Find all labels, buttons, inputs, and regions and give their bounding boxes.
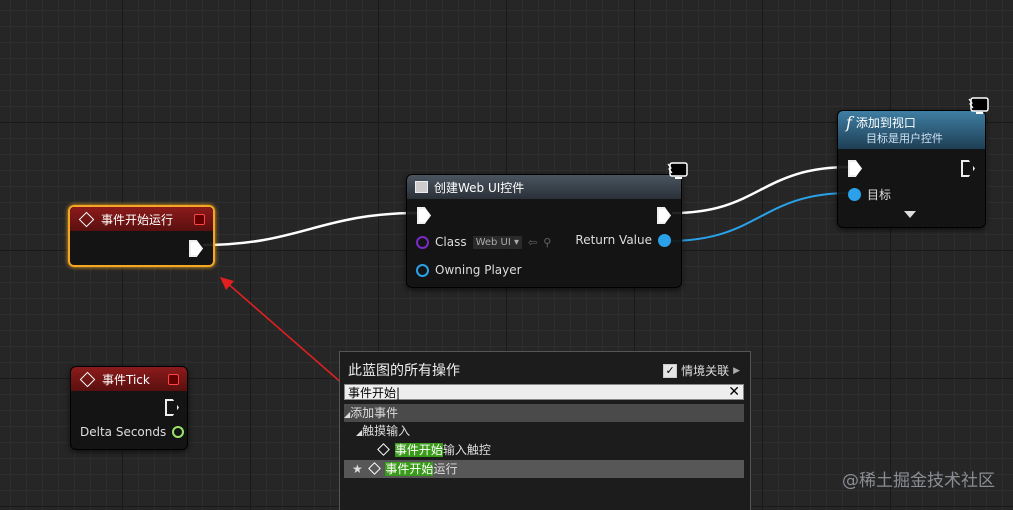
delta-seconds-pin[interactable]: Delta Seconds [80, 425, 185, 439]
event-icon [78, 211, 95, 227]
event-icon [367, 462, 381, 475]
tree-item-touch-input[interactable]: 事件开始输入触控 [344, 441, 744, 459]
client-only-monitor-icon [968, 97, 989, 114]
client-only-monitor-icon [667, 162, 688, 179]
node-title: 事件Tick [102, 372, 150, 387]
node-title: 添加到视口 [855, 116, 916, 130]
function-icon: f [846, 113, 852, 132]
event-tick-node[interactable]: 事件Tick Delta Seconds [70, 366, 188, 450]
pin-label: Return Value [575, 233, 652, 247]
expand-pins-chevron-icon[interactable] [904, 211, 916, 218]
node-title: 创建Web UI控件 [434, 180, 525, 195]
subcategory-label: 触摸输入 [362, 424, 411, 438]
item-label-rest: 输入触控 [442, 443, 491, 457]
node-subtitle: 目标是用户控件 [866, 132, 943, 145]
annotation-arrow [225, 281, 353, 393]
delegate-pin-icon[interactable] [194, 213, 205, 225]
search-value: 事件开始 [348, 386, 397, 400]
chevron-right-icon[interactable]: ▶ [733, 366, 740, 376]
event-icon [79, 371, 96, 387]
match-highlight: 事件开始 [385, 462, 434, 476]
node-header: 事件Tick [71, 367, 187, 391]
event-icon [377, 443, 390, 456]
exec-in-pin[interactable] [848, 160, 862, 177]
target-pin[interactable]: 目标 [848, 186, 891, 203]
watermark: @稀土掘金技术社区 [842, 471, 995, 491]
context-label: 情境关联 [681, 364, 730, 378]
tree-subcategory-row[interactable]: ◢触摸输入 [344, 422, 744, 440]
object-wire-return-to-target [667, 192, 851, 242]
object-pin-icon[interactable] [416, 263, 429, 277]
pin-label: Owning Player [435, 263, 522, 277]
node-header: 事件开始运行 [70, 207, 213, 231]
object-pin-icon[interactable] [848, 188, 861, 201]
exec-out-pin[interactable] [165, 399, 179, 416]
action-search-menu: 此蓝图的所有操作 ✓ 情境关联 ▶ 事件开始| ✕ ◢添加事件 ◢触摸输入 事件… [339, 351, 751, 510]
class-dropdown[interactable]: Web UI ▾ [472, 235, 523, 249]
clear-search-icon[interactable]: ✕ [728, 384, 740, 400]
menu-title: 此蓝图的所有操作 [348, 363, 460, 379]
exec-wire-begin-to-create [202, 211, 419, 247]
class-value: Web UI [475, 236, 511, 248]
checkbox-icon[interactable]: ✓ [663, 363, 678, 378]
class-pin-icon[interactable] [416, 235, 429, 249]
owning-player-pin[interactable]: Owning Player [416, 263, 522, 277]
node-title: 事件开始运行 [101, 212, 174, 227]
pin-label: Delta Seconds [80, 425, 167, 439]
context-sensitive-toggle[interactable]: ✓ 情境关联 ▶ [663, 362, 740, 379]
node-header: f 添加到视口 目标是用户控件 [838, 111, 985, 149]
node-header: 创建Web UI控件 [407, 175, 681, 199]
use-selected-arrow-icon[interactable]: ⇦ [528, 236, 537, 249]
exec-out-pin[interactable] [961, 160, 975, 177]
tree-category-row[interactable]: ◢添加事件 [344, 404, 744, 422]
pin-label: Class [435, 235, 467, 249]
event-begin-play-node[interactable]: 事件开始运行 [68, 205, 215, 267]
add-to-viewport-node[interactable]: f 添加到视口 目标是用户控件 目标 [837, 110, 986, 228]
tree-item-begin-play[interactable]: ★ 事件开始运行 [344, 460, 744, 478]
delegate-pin-icon[interactable] [168, 373, 179, 385]
exec-wire-create-to-add [671, 165, 851, 215]
item-label-rest: 运行 [433, 462, 458, 476]
return-value-pin[interactable]: Return Value [575, 233, 671, 247]
create-widget-node[interactable]: 创建Web UI控件 Class Web UI ▾ ⇦ ⚲ Return Val… [406, 174, 682, 288]
category-label: 添加事件 [350, 406, 399, 420]
class-pin[interactable]: Class Web UI ▾ ⇦ ⚲ [416, 235, 551, 249]
pin-label: 目标 [867, 188, 892, 202]
favorite-star-icon[interactable]: ★ [352, 462, 363, 476]
exec-out-pin[interactable] [657, 207, 671, 224]
search-input[interactable]: 事件开始| ✕ [344, 384, 744, 400]
match-highlight: 事件开始 [394, 443, 443, 457]
exec-in-pin[interactable] [417, 207, 431, 224]
exec-out-pin[interactable] [189, 240, 203, 257]
float-pin-icon[interactable] [172, 426, 185, 438]
widget-icon [415, 181, 428, 193]
browse-magnifier-icon[interactable]: ⚲ [543, 236, 551, 249]
object-pin-icon[interactable] [658, 233, 671, 247]
